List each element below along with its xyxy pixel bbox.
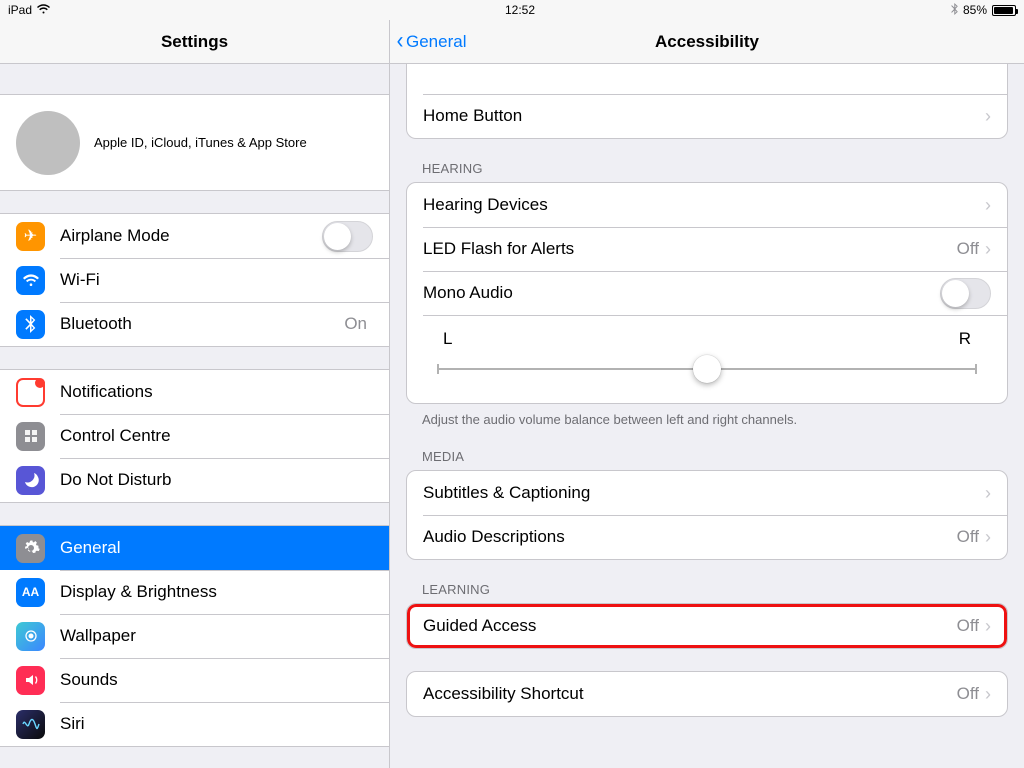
- sidebar-title: Settings: [161, 32, 228, 52]
- home-button-row[interactable]: Home Button: [407, 94, 1007, 138]
- detail-title: Accessibility: [655, 32, 759, 52]
- apple-id-label: Apple ID, iCloud, iTunes & App Store: [94, 135, 307, 150]
- accessibility-shortcut-label: Accessibility Shortcut: [423, 684, 957, 704]
- siri-row[interactable]: Siri: [0, 702, 389, 746]
- bluetooth-icon: [16, 310, 45, 339]
- mono-audio-switch[interactable]: [940, 278, 991, 309]
- display-brightness-row[interactable]: AA Display & Brightness: [0, 570, 389, 614]
- wallpaper-icon: [16, 622, 45, 651]
- display-brightness-label: Display & Brightness: [60, 582, 373, 602]
- status-time: 12:52: [8, 3, 1024, 17]
- chevron-right-icon: [985, 684, 991, 705]
- display-icon: AA: [16, 578, 45, 607]
- airplane-mode-row[interactable]: ✈ Airplane Mode: [0, 214, 389, 258]
- media-header: MEDIA: [390, 449, 1024, 470]
- accessibility-shortcut-row[interactable]: Accessibility Shortcut Off: [407, 672, 1007, 716]
- general-row[interactable]: General: [0, 526, 389, 570]
- balance-right-label: R: [959, 329, 971, 349]
- subtitles-row[interactable]: Subtitles & Captioning: [407, 471, 1007, 515]
- sidebar-navbar: Settings: [0, 20, 389, 64]
- mono-audio-row[interactable]: Mono Audio: [407, 271, 1007, 315]
- status-bar: iPad 12:52 85%: [0, 0, 1024, 20]
- sounds-label: Sounds: [60, 670, 373, 690]
- led-flash-row[interactable]: LED Flash for Alerts Off: [407, 227, 1007, 271]
- wifi-icon: [37, 4, 50, 17]
- detail-navbar: ‹ General Accessibility: [390, 20, 1024, 64]
- control-centre-icon: [16, 422, 45, 451]
- home-button-label: Home Button: [423, 106, 985, 126]
- audio-descriptions-label: Audio Descriptions: [423, 527, 957, 547]
- general-label: General: [60, 538, 373, 558]
- airplane-icon: ✈: [16, 222, 45, 251]
- chevron-right-icon: [985, 483, 991, 504]
- hearing-header: HEARING: [390, 161, 1024, 182]
- control-centre-row[interactable]: Control Centre: [0, 414, 389, 458]
- balance-slider-knob[interactable]: [693, 355, 721, 383]
- hearing-devices-label: Hearing Devices: [423, 195, 985, 215]
- control-centre-label: Control Centre: [60, 426, 373, 446]
- notifications-icon: [16, 378, 45, 407]
- hearing-devices-row[interactable]: Hearing Devices: [407, 183, 1007, 227]
- airplane-mode-label: Airplane Mode: [60, 226, 322, 246]
- accessibility-shortcut-value: Off: [957, 684, 979, 704]
- bluetooth-label: Bluetooth: [60, 314, 344, 334]
- prior-row-cutoff: [407, 64, 1007, 94]
- sounds-row[interactable]: Sounds: [0, 658, 389, 702]
- audio-descriptions-row[interactable]: Audio Descriptions Off: [407, 515, 1007, 559]
- chevron-right-icon: [985, 527, 991, 548]
- chevron-right-icon: [985, 616, 991, 637]
- detail-pane: ‹ General Accessibility Home Button HEAR…: [390, 20, 1024, 768]
- siri-icon: [16, 710, 45, 739]
- wifi-row[interactable]: Wi-Fi: [0, 258, 389, 302]
- guided-access-row[interactable]: Guided Access Off: [407, 604, 1007, 648]
- gear-icon: [16, 534, 45, 563]
- bluetooth-value: On: [344, 314, 367, 334]
- avatar: [16, 111, 80, 175]
- wallpaper-label: Wallpaper: [60, 626, 373, 646]
- chevron-right-icon: [985, 239, 991, 260]
- dnd-row[interactable]: Do Not Disturb: [0, 458, 389, 502]
- bluetooth-row[interactable]: Bluetooth On: [0, 302, 389, 346]
- guided-access-value: Off: [957, 616, 979, 636]
- hearing-footer: Adjust the audio volume balance between …: [390, 404, 1024, 427]
- learning-header: LEARNING: [390, 582, 1024, 603]
- chevron-right-icon: [985, 195, 991, 216]
- subtitles-label: Subtitles & Captioning: [423, 483, 985, 503]
- wifi-icon: [16, 266, 45, 295]
- notifications-label: Notifications: [60, 382, 373, 402]
- notifications-row[interactable]: Notifications: [0, 370, 389, 414]
- sounds-icon: [16, 666, 45, 695]
- battery-percent: 85%: [963, 3, 987, 17]
- apple-id-row[interactable]: Apple ID, iCloud, iTunes & App Store: [0, 95, 389, 190]
- device-name: iPad: [8, 3, 32, 17]
- battery-icon: [992, 5, 1016, 16]
- dnd-label: Do Not Disturb: [60, 470, 373, 490]
- siri-label: Siri: [60, 714, 373, 734]
- chevron-left-icon: ‹: [397, 29, 404, 53]
- back-button[interactable]: ‹ General: [396, 20, 466, 64]
- chevron-right-icon: [985, 106, 991, 127]
- guided-access-label: Guided Access: [423, 616, 957, 636]
- audio-balance-row[interactable]: L R: [407, 315, 1007, 403]
- settings-sidebar: Settings Apple ID, iCloud, iTunes & App …: [0, 20, 390, 768]
- audio-descriptions-value: Off: [957, 527, 979, 547]
- back-label: General: [406, 32, 466, 52]
- dnd-icon: [16, 466, 45, 495]
- wallpaper-row[interactable]: Wallpaper: [0, 614, 389, 658]
- led-flash-label: LED Flash for Alerts: [423, 239, 957, 259]
- mono-audio-label: Mono Audio: [423, 283, 940, 303]
- wifi-label: Wi-Fi: [60, 270, 367, 290]
- balance-left-label: L: [443, 329, 452, 349]
- bluetooth-icon: [951, 3, 958, 18]
- led-flash-value: Off: [957, 239, 979, 259]
- airplane-mode-switch[interactable]: [322, 221, 373, 252]
